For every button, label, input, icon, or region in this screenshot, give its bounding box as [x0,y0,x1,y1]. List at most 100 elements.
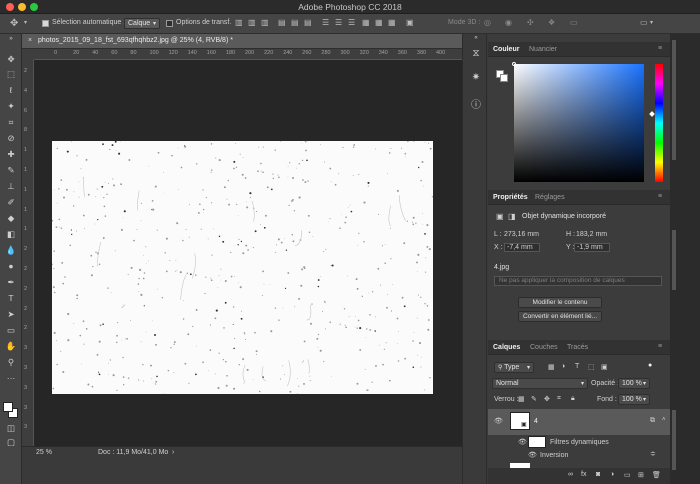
align-left-icon[interactable]: ▤ [278,18,286,27]
eye-icon[interactable]: 👁︎ [518,438,527,446]
tab-traces[interactable]: Tracés [567,344,588,351]
more-tools-icon[interactable]: ··· [4,372,18,385]
align-middle-icon[interactable]: ▥ [248,18,256,27]
adjustments-icon[interactable]: ✷ [468,72,484,88]
filter-smart-icon[interactable]: ▣ [601,363,608,371]
marquee-tool-icon[interactable]: ⬚ [4,68,18,81]
lock-artboard-icon[interactable]: ⌗ [557,395,561,403]
history-brush-icon[interactable]: ✐ [4,196,18,209]
chevron-right-icon[interactable]: › [172,449,174,456]
lasso-tool-icon[interactable]: ℓ [4,84,18,97]
brush-tool-icon[interactable]: ✎ [4,164,18,177]
gradient-tool-icon[interactable]: ◧ [4,228,18,241]
bg-color-chip[interactable] [500,74,508,82]
tab-couches[interactable]: Couches [530,344,558,351]
tab-nuancier[interactable]: Nuancier [529,46,557,53]
layer-name[interactable]: Inversion [540,452,568,459]
filter-mask-thumbnail[interactable] [528,436,546,448]
blur-tool-icon[interactable]: 💧 [4,244,18,257]
fx-icon[interactable]: fx [581,471,586,478]
tab-reglages[interactable]: Réglages [535,194,565,201]
x-field[interactable]: -7,4 mm [504,243,540,252]
auto-align-icon[interactable]: ▣ [406,18,414,27]
chevron-down-icon[interactable]: ▾ [650,19,653,26]
dodge-tool-icon[interactable]: ● [4,260,18,273]
distribute-center-icon[interactable]: ▦ [375,18,383,27]
eyedropper-icon[interactable]: ⊘ [4,132,18,145]
blend-mode-dropdown[interactable]: Normal ▾ [492,378,588,389]
history-icon[interactable]: ⧖ [468,48,484,64]
auto-select-dropdown[interactable]: Calque ▾ [124,18,160,29]
opacity-field[interactable]: 100 % ▾ [618,378,650,389]
distribute-left-icon[interactable]: ▦ [362,18,370,27]
collapse-icon[interactable]: « [468,35,484,43]
crop-tool-icon[interactable]: ⌗ [4,116,18,129]
hand-tool-icon[interactable]: ✋ [4,340,18,353]
color-field[interactable] [514,64,644,182]
edit-contents-button[interactable]: Modifier le contenu [518,297,602,308]
distribute-bottom-icon[interactable]: ☰ [348,18,355,27]
distribute-middle-icon[interactable]: ☰ [335,18,342,27]
hue-slider-handle[interactable] [649,111,655,117]
align-center-icon[interactable]: ▤ [291,18,299,27]
hue-slider[interactable] [655,64,663,182]
layers-scrollbar[interactable] [672,410,676,470]
filter-toggle-icon[interactable]: ● [648,362,652,369]
adjustment-layer-icon[interactable]: ◑ [610,471,614,478]
lock-all-icon[interactable]: 🔒︎ [571,395,575,403]
ruler-origin[interactable] [22,49,34,60]
transform-options-checkbox[interactable] [166,20,173,27]
zoom-level[interactable]: 25 % [36,449,52,456]
color-panel-scrollbar[interactable] [672,40,676,160]
height-value[interactable]: 183,2 mm [576,231,607,238]
eraser-tool-icon[interactable]: ◆ [4,212,18,225]
info-icon[interactable]: ⓘ [468,96,484,112]
layer-filter-dropdown[interactable]: ⚲ Type ▾ [494,362,534,373]
lock-position-icon[interactable]: ✥ [544,395,550,403]
lock-transparency-icon[interactable]: ▦ [518,395,525,403]
pen-tool-icon[interactable]: ✒ [4,276,18,289]
screen-mode-icon[interactable]: ▢ [4,436,18,449]
path-selection-icon[interactable]: ➤ [4,308,18,321]
link-layers-icon[interactable]: ∞ [568,471,573,478]
zoom-tool-icon[interactable]: ⚲ [4,356,18,369]
layer-comp-select[interactable]: Ne pas appliquer la composition de calqu… [494,276,662,286]
trash-icon[interactable]: 🗑︎ [652,471,661,479]
layer-row[interactable]: 👁︎ Filtres dynamiques [488,435,670,449]
vertical-ruler[interactable]: 2 4 6 8 1 1 1 1 1 2 2 2 2 2 3 3 3 3 3 [22,60,34,446]
tab-calques[interactable]: Calques [493,344,520,351]
lock-image-icon[interactable]: ✎ [531,395,537,403]
add-mask-icon[interactable]: ◙ [596,471,600,478]
layer-row[interactable]: 👁︎ ▣ 4 ⧉ ˄ [488,409,670,435]
slide-3d-icon[interactable]: ❖ [548,18,555,27]
healing-brush-icon[interactable]: ✚ [4,148,18,161]
chevron-down-icon[interactable]: ▾ [24,19,27,26]
close-tab-icon[interactable]: × [28,37,32,44]
layer-name[interactable]: 4 [534,418,538,425]
filter-shape-icon[interactable]: ⬚ [588,363,595,371]
document-image[interactable] [52,141,433,394]
move-tool-icon[interactable]: ✥ [4,53,18,66]
rectangle-tool-icon[interactable]: ▭ [4,324,18,337]
panel-menu-icon[interactable]: ≡ [658,193,662,200]
filter-adjustment-icon[interactable]: ◑ [561,363,565,370]
y-field[interactable]: -1,9 mm [574,243,610,252]
tab-proprietes[interactable]: Propriétés [493,194,528,201]
foreground-color-swatch[interactable] [3,402,13,412]
chevron-up-icon[interactable]: ˄ [662,417,666,423]
tab-couleur[interactable]: Couleur [493,46,519,53]
filter-pixel-icon[interactable]: ▦ [548,363,555,371]
panel-menu-icon[interactable]: ≡ [658,45,662,52]
quick-mask-icon[interactable]: ◫ [4,422,18,435]
distribute-right-icon[interactable]: ▦ [388,18,396,27]
collapse-icon[interactable]: » [4,35,18,43]
align-bottom-icon[interactable]: ▥ [261,18,269,27]
clone-stamp-icon[interactable]: ⊥ [4,180,18,193]
layer-row[interactable]: 👁︎ Inversion ≑ [488,449,670,462]
filter-options-icon[interactable]: ≑ [650,450,656,458]
orbit-3d-icon[interactable]: ◎ [484,18,491,27]
filter-type-icon[interactable]: T [575,363,579,370]
layer-name[interactable]: Filtres dynamiques [550,439,609,446]
properties-scrollbar[interactable] [672,230,676,290]
align-right-icon[interactable]: ▤ [304,18,312,27]
